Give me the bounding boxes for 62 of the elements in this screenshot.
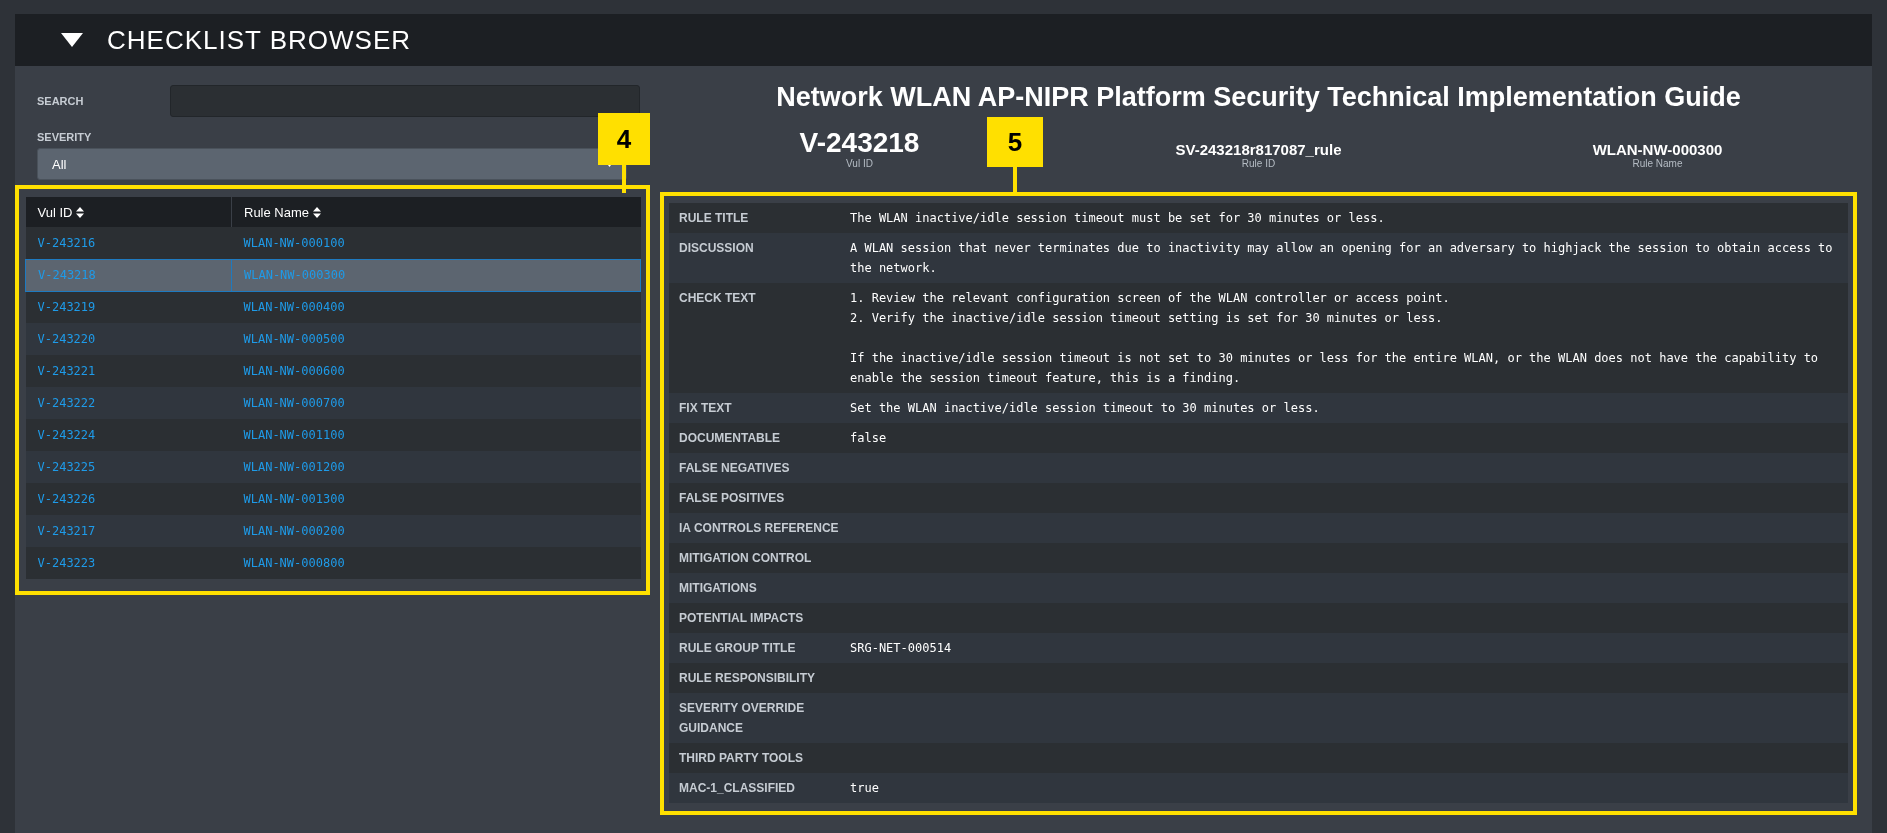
severity-dropdown[interactable]: All xyxy=(37,148,627,180)
field-label: DISCUSSION xyxy=(679,240,755,257)
rule-name-link[interactable]: WLAN-NW-000800 xyxy=(231,547,641,579)
field-value: false xyxy=(850,430,888,447)
column-header[interactable]: Rule Name xyxy=(231,197,641,227)
field-value: true xyxy=(850,780,880,797)
vul-id-link[interactable]: V-243223 xyxy=(25,547,232,579)
rule-name-link[interactable]: WLAN-NW-001100 xyxy=(231,419,641,451)
id-label: Rule Name xyxy=(1632,158,1683,169)
field-label: IA CONTROLS REFERENCE xyxy=(679,520,840,537)
id-value: SV-243218r817087_rule xyxy=(1175,141,1342,158)
rule-name-link[interactable]: WLAN-NW-000700 xyxy=(231,387,641,419)
severity-label: SEVERITY xyxy=(37,131,93,143)
field-label: RULE TITLE xyxy=(679,210,750,227)
vul-id-link[interactable]: V-243217 xyxy=(25,515,232,547)
field-label: MAC-1_CLASSIFIED xyxy=(679,780,796,797)
id-value: V-243218 xyxy=(799,128,920,158)
field-label: CHECK TEXT xyxy=(679,290,757,307)
rule-name-link[interactable]: WLAN-NW-001300 xyxy=(231,483,641,515)
sort-icon xyxy=(313,206,322,218)
search-field[interactable] xyxy=(170,85,640,117)
callout-badge: 5 xyxy=(987,117,1043,167)
id-value: WLAN-NW-000300 xyxy=(1592,141,1723,158)
field-label: THIRD PARTY TOOLS xyxy=(679,750,804,767)
rule-name-link[interactable]: WLAN-NW-000200 xyxy=(231,515,641,547)
field-value: 1. Review the relevant configuration screen of the WLAN controller or access point. 2. Verify the inactive/idle session timeout setting is set for 30 minutes or less. If the inactive/idle session timeout is not set to 30 minutes or less for the entire WLAN, or the WLAN does not have the capability to enable the session timeout feature, this is a finding. xyxy=(850,290,1820,387)
search-label: SEARCH xyxy=(37,95,85,107)
field-label: FALSE NEGATIVES xyxy=(679,460,791,477)
id-label: Rule ID xyxy=(1241,158,1276,169)
vul-id-link[interactable]: V-243226 xyxy=(25,483,232,515)
field-label: POTENTIAL IMPACTS xyxy=(679,610,805,627)
vul-id-link[interactable]: V-243225 xyxy=(25,451,232,483)
sort-icon xyxy=(76,206,85,218)
field-value: A WLAN session that never terminates due to inactivity may allow an opening for an adversary to highjack the session to obtain access to the network. xyxy=(850,240,1834,277)
field-value: The WLAN inactive/idle session timeout must be set for 30 minutes or less. xyxy=(850,210,1386,227)
field-value: Set the WLAN inactive/idle session timeout to 30 minutes or less. xyxy=(850,400,1321,417)
vul-id-link[interactable]: V-243220 xyxy=(25,323,232,355)
vul-id-link[interactable]: V-243221 xyxy=(25,355,232,387)
vul-id-link[interactable]: V-243219 xyxy=(25,291,232,323)
column-header[interactable]: Vul ID xyxy=(25,197,232,227)
field-label: RULE GROUP TITLE xyxy=(679,640,797,657)
vul-id-link[interactable]: V-243222 xyxy=(25,387,232,419)
collapse-triangle-icon[interactable] xyxy=(61,33,83,47)
rule-name-link[interactable]: WLAN-NW-001200 xyxy=(231,451,641,483)
guide-title: Network WLAN AP-NIPR Platform Security Technical Implementation Guide xyxy=(775,82,1742,113)
field-label: SEVERITY OVERRIDE GUIDANCE xyxy=(679,700,806,737)
field-label: FALSE POSITIVES xyxy=(679,490,786,507)
field-label: FIX TEXT xyxy=(679,400,733,417)
field-label: RULE RESPONSIBILITY xyxy=(679,670,816,687)
field-value: SRG-NET-000514 xyxy=(850,640,953,657)
panel-title: CHECKLIST BROWSER xyxy=(107,24,411,56)
rule-name-link[interactable]: WLAN-NW-000600 xyxy=(231,355,641,387)
rule-name-link[interactable]: WLAN-NW-000100 xyxy=(231,227,641,259)
field-label: MITIGATIONS xyxy=(679,580,758,597)
field-label: MITIGATION CONTROL xyxy=(679,550,813,567)
vul-id-link[interactable]: V-243224 xyxy=(25,419,232,451)
rule-name-link[interactable]: WLAN-NW-000400 xyxy=(231,291,641,323)
field-label: DOCUMENTABLE xyxy=(679,430,782,447)
id-label: Vul ID xyxy=(846,158,873,169)
callout-badge: 4 xyxy=(598,113,650,165)
vul-id-link[interactable]: V-243216 xyxy=(25,227,232,259)
rule-name-link[interactable]: WLAN-NW-000500 xyxy=(231,323,641,355)
